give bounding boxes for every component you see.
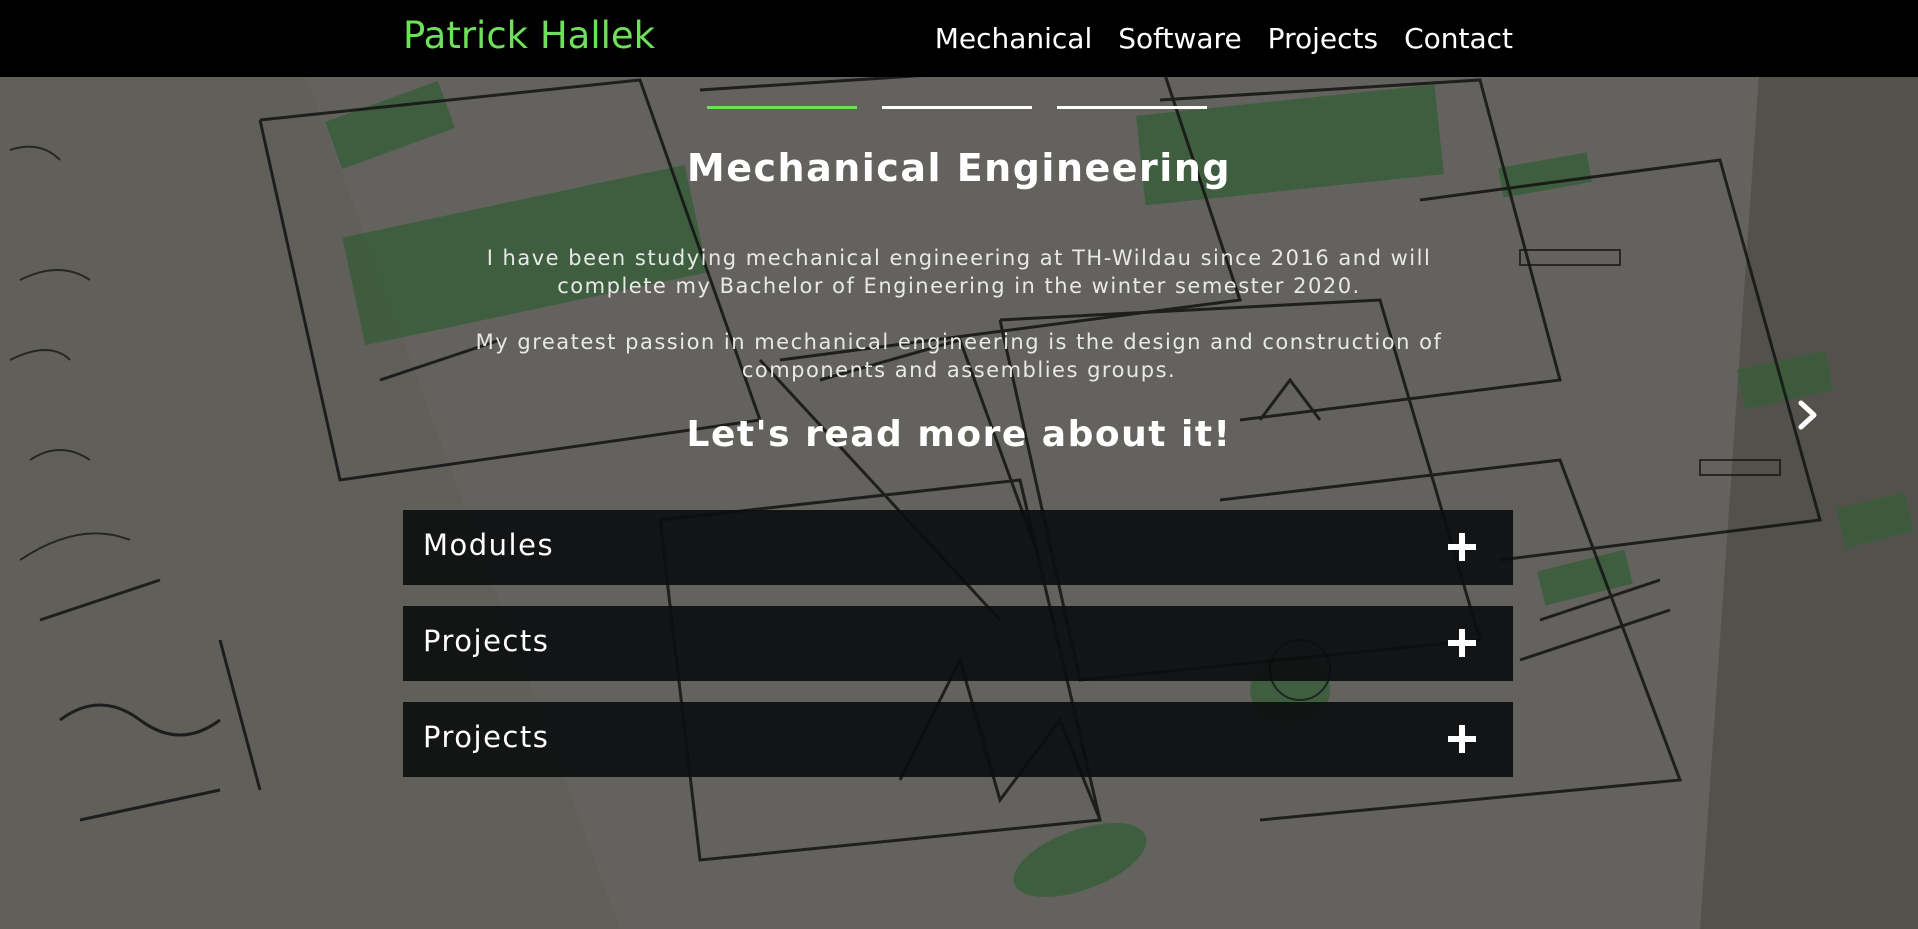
slide-paragraph-1-text: I have been studying mechanical engineer… bbox=[486, 246, 1432, 298]
carousel-indicator-2[interactable] bbox=[882, 106, 1032, 109]
carousel-next-button[interactable] bbox=[1792, 398, 1824, 432]
nav-links: Mechanical Software Projects Contact bbox=[935, 22, 1513, 55]
accordion-item-projects[interactable]: Projects bbox=[403, 606, 1513, 681]
slide-cta: Let's read more about it! bbox=[686, 414, 1232, 455]
accordion-item-label: Projects bbox=[423, 624, 550, 658]
nav-link-software[interactable]: Software bbox=[1118, 22, 1241, 55]
plus-icon bbox=[1448, 533, 1476, 561]
nav-link-projects[interactable]: Projects bbox=[1268, 22, 1378, 55]
accordion-item-label: Projects bbox=[423, 720, 550, 754]
slide-paragraph-2-text: My greatest passion in mechanical engine… bbox=[475, 330, 1443, 382]
carousel-indicators bbox=[707, 106, 1207, 109]
nav-link-mechanical[interactable]: Mechanical bbox=[935, 22, 1093, 55]
nav-link-contact[interactable]: Contact bbox=[1404, 22, 1513, 55]
slide-paragraph-1: I have been studying mechanical engineer… bbox=[0, 244, 1918, 300]
chevron-right-icon bbox=[1798, 400, 1817, 430]
accordion-item-modules[interactable]: Modules bbox=[403, 510, 1513, 585]
plus-icon bbox=[1448, 725, 1476, 753]
slide-paragraph-2: My greatest passion in mechanical engine… bbox=[0, 328, 1918, 384]
carousel: Mechanical Engineering I have been study… bbox=[0, 0, 1918, 929]
carousel-indicator-1[interactable] bbox=[707, 106, 857, 109]
page: Patrick Hallek Mechanical Software Proje… bbox=[0, 0, 1918, 929]
slide-title: Mechanical Engineering bbox=[686, 146, 1232, 190]
accordion-item-label: Modules bbox=[423, 528, 555, 562]
navbar: Patrick Hallek Mechanical Software Proje… bbox=[0, 0, 1918, 77]
accordion-item-projects-2[interactable]: Projects bbox=[403, 702, 1513, 777]
plus-icon bbox=[1448, 629, 1476, 657]
brand-logo[interactable]: Patrick Hallek bbox=[403, 14, 655, 57]
carousel-indicator-3[interactable] bbox=[1057, 106, 1207, 109]
